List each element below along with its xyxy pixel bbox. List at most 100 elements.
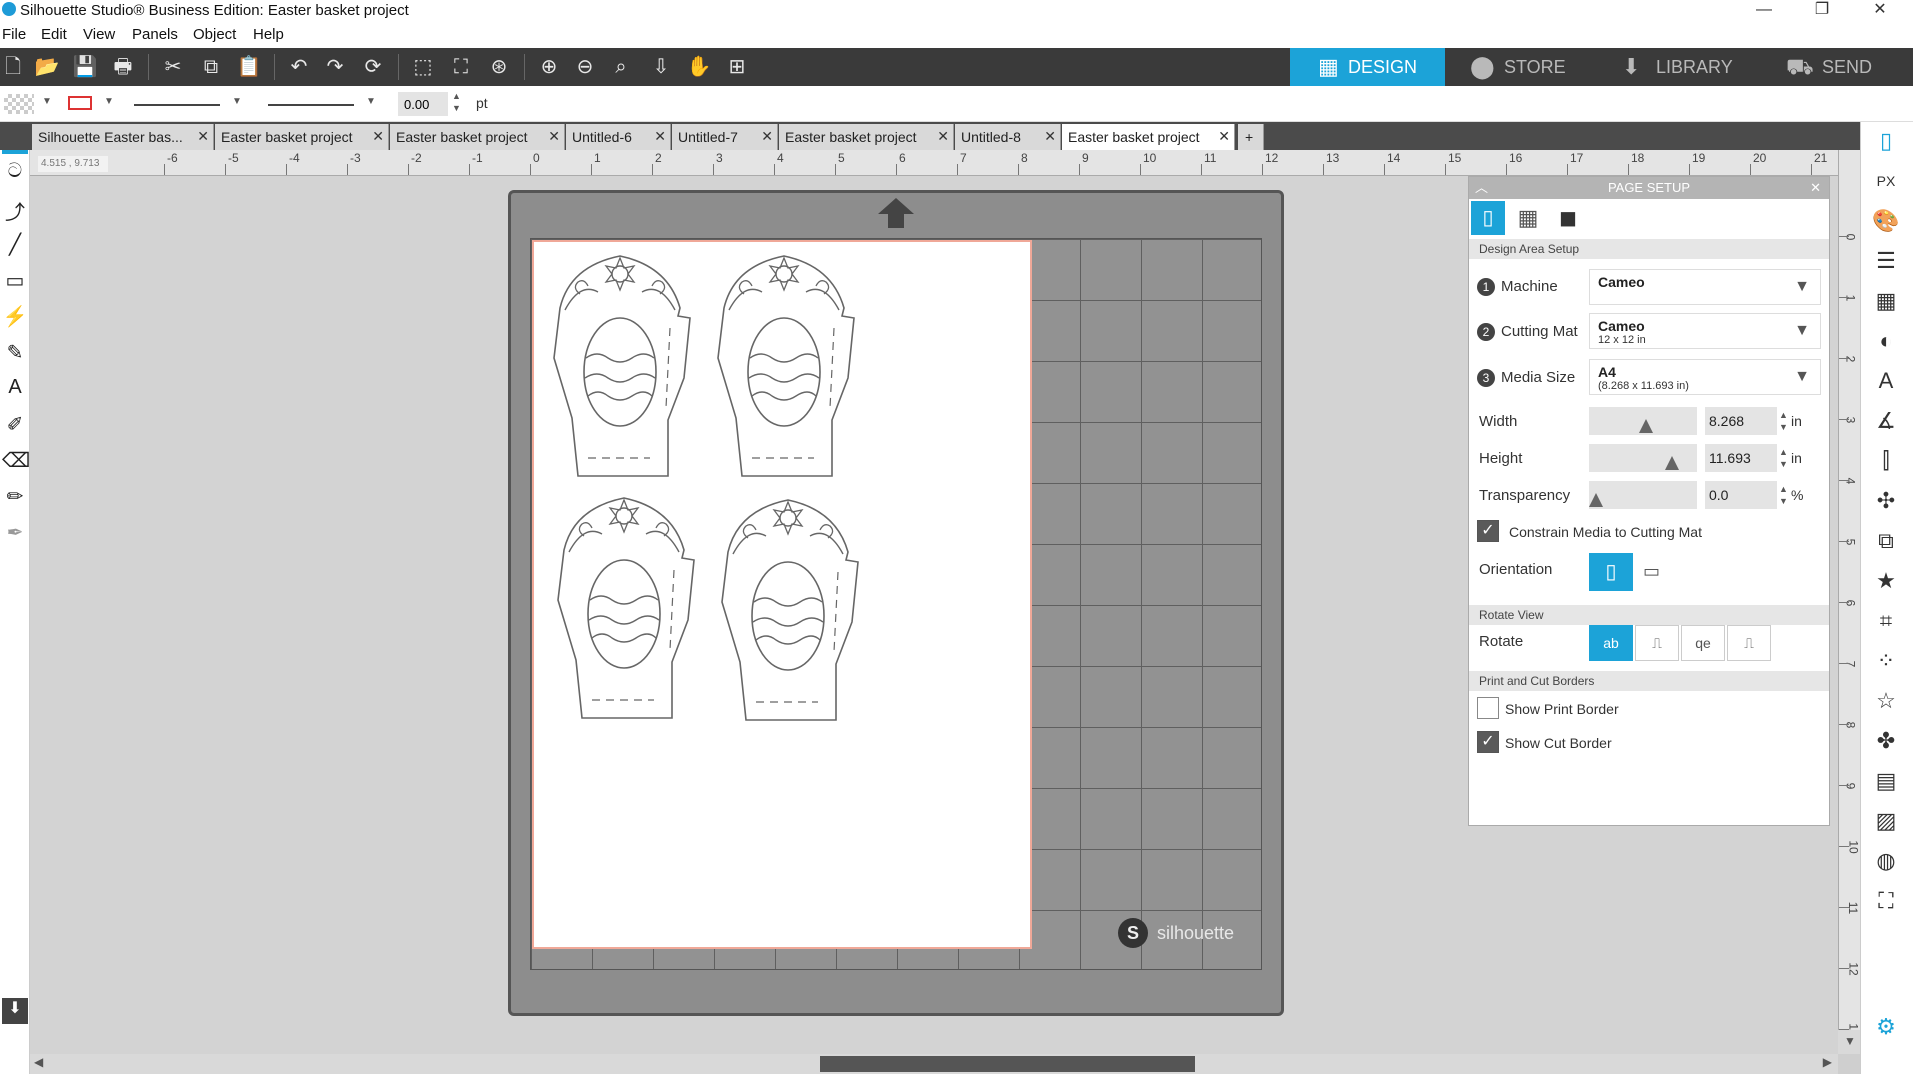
width-stepper[interactable]: ▲ ▼ [1779, 409, 1788, 433]
rotate-0-button[interactable]: ab [1589, 625, 1633, 661]
vertical-scrollbar[interactable]: ▼ [1838, 1030, 1860, 1054]
nest-icon[interactable]: ⛶ [1871, 886, 1901, 916]
horizontal-scrollbar[interactable]: ◀ ▶ [30, 1054, 1838, 1074]
copy-icon[interactable]: ⧉ [198, 55, 224, 79]
open-folder-icon[interactable]: 📂 [34, 55, 60, 79]
tab-send[interactable]: ⛟ SEND [1786, 48, 1913, 86]
line-width-stepper[interactable]: ▲ ▼ [452, 90, 461, 114]
close-tab-icon[interactable]: ✕ [197, 128, 209, 145]
menu-file[interactable]: File [2, 26, 26, 43]
transparency-input[interactable]: 0.0 [1705, 481, 1777, 509]
select-all-icon[interactable]: ⬚ [410, 55, 436, 79]
media-page[interactable] [532, 240, 1032, 949]
tab-design[interactable]: ▦ DESIGN [1290, 48, 1445, 86]
page-setup-tab-icon[interactable]: ▯ [1471, 201, 1505, 235]
landscape-orientation-button[interactable]: ▭ [1643, 561, 1660, 582]
palette-icon[interactable]: 🎨 [1871, 206, 1901, 236]
width-slider[interactable] [1589, 407, 1697, 435]
sketch-effects-icon[interactable]: ▨ [1871, 806, 1901, 836]
close-tab-icon[interactable]: ✕ [937, 128, 949, 145]
import-icon[interactable]: ⬇ [2, 998, 28, 1024]
fit-to-page-icon[interactable]: ⊞ [724, 55, 750, 79]
cut-icon[interactable]: ✂ [160, 55, 186, 79]
tab-document[interactable]: Untitled-7 ✕ [672, 124, 778, 150]
offset-icon[interactable]: ∡ [1871, 406, 1901, 436]
line-style-icon[interactable]: ☰ [1871, 246, 1901, 276]
select-by-color-icon[interactable]: ⊛ [486, 55, 512, 79]
transparency-stepper[interactable]: ▲ ▼ [1779, 483, 1788, 507]
tab-document[interactable]: Easter basket project ✕ [390, 124, 565, 150]
polyline-tool-icon[interactable]: ⚡ [2, 304, 28, 334]
rotate-180-button[interactable]: qe [1681, 625, 1725, 661]
height-slider[interactable] [1589, 444, 1697, 472]
show-cut-border-checkbox[interactable]: ✓ [1477, 731, 1499, 753]
settings-gear-icon[interactable]: ⚙ [1871, 1012, 1901, 1042]
menu-view[interactable]: View [83, 26, 115, 43]
chevron-down-icon[interactable]: ▼ [104, 96, 114, 107]
trace-icon[interactable]: ⌗ [1871, 606, 1901, 636]
close-tab-icon[interactable]: ✕ [761, 128, 773, 145]
registration-marks-tab-icon[interactable]: ▦ [1511, 201, 1545, 235]
puzzle-icon[interactable]: ✤ [1871, 726, 1901, 756]
close-tab-icon[interactable]: ✕ [654, 128, 666, 145]
fill-pattern-icon[interactable]: ▦ [1871, 286, 1901, 316]
close-tab-icon[interactable]: ✕ [548, 128, 560, 145]
rhinestone-icon[interactable]: ⁘ [1871, 646, 1901, 676]
tab-store[interactable]: ⬤ STORE [1470, 48, 1610, 86]
tab-document[interactable]: Silhouette Easter bas... ✕ [32, 124, 214, 150]
gradient-icon[interactable]: ◐ [1871, 326, 1901, 356]
constrain-media-checkbox[interactable]: ✓ [1477, 520, 1499, 542]
pixscan-icon[interactable]: PX [1871, 166, 1901, 196]
star-outline-icon[interactable]: ☆ [1871, 686, 1901, 716]
portrait-orientation-button[interactable]: ▯ [1589, 553, 1633, 591]
lasso-icon[interactable]: ට [2, 160, 28, 190]
close-tab-icon[interactable]: ✕ [372, 128, 384, 145]
rotate-270-button[interactable]: ⎍ [1727, 625, 1771, 661]
close-window-button[interactable]: ✕ [1852, 0, 1908, 22]
height-stepper[interactable]: ▲ ▼ [1779, 446, 1788, 470]
machine-dropdown[interactable]: Cameo ▼ [1589, 269, 1821, 305]
layers-icon[interactable]: ▤ [1871, 766, 1901, 796]
zoom-select-icon[interactable]: ⌕ [608, 55, 634, 79]
pencil-tool-icon[interactable]: ✎ [2, 340, 28, 370]
align-icon[interactable]: ⫿ [1871, 446, 1901, 476]
menu-help[interactable]: Help [253, 26, 284, 43]
cutting-mat-dropdown[interactable]: Cameo 12 x 12 in ▼ [1589, 313, 1821, 349]
fill-pattern-icon[interactable] [4, 94, 34, 114]
slider-handle[interactable] [1665, 456, 1679, 470]
paste-icon[interactable]: 📋 [236, 55, 262, 79]
tab-document[interactable]: Untitled-6 ✕ [566, 124, 671, 150]
tab-document[interactable]: Easter basket project ✕ [215, 124, 389, 150]
scroll-down-icon[interactable]: ▼ [1844, 1034, 1856, 1048]
slider-handle[interactable] [1589, 493, 1603, 507]
transparency-slider[interactable] [1589, 481, 1697, 509]
menu-object[interactable]: Object [193, 26, 236, 43]
slider-handle[interactable] [1639, 419, 1653, 433]
rotate-90-button[interactable]: ⎍ [1635, 625, 1679, 661]
new-file-icon[interactable]: 🗋 [0, 55, 26, 79]
text-tool-icon[interactable]: A [2, 376, 28, 406]
save-icon[interactable]: 💾 [72, 55, 98, 79]
horizontal-scroll-thumb[interactable] [820, 1056, 1195, 1072]
drag-zoom-icon[interactable]: ⇩ [648, 55, 674, 79]
deselect-icon[interactable]: ⛶ [448, 55, 474, 79]
maximize-button[interactable]: ❐ [1794, 0, 1850, 22]
menu-edit[interactable]: Edit [41, 26, 67, 43]
tab-document[interactable]: Untitled-8 ✕ [955, 124, 1061, 150]
width-input[interactable]: 8.268 [1705, 407, 1777, 435]
chevron-down-icon[interactable]: ▼ [366, 96, 376, 107]
line-tool-icon[interactable]: ╱ [2, 232, 28, 262]
tab-document[interactable]: Easter basket project ✕ [779, 124, 954, 150]
fill-background-tab-icon[interactable]: ◼ [1551, 201, 1585, 235]
line-join-preview[interactable] [268, 104, 354, 106]
rectangle-tool-icon[interactable]: ▭ [2, 268, 28, 298]
scroll-left-icon[interactable]: ◀ [34, 1055, 43, 1069]
minimize-button[interactable]: — [1736, 0, 1792, 22]
modify-icon[interactable]: ⧉ [1871, 526, 1901, 556]
redo-icon[interactable]: ↷ [322, 55, 348, 79]
tab-library[interactable]: ⬇ LIBRARY [1622, 48, 1772, 86]
eyedropper-icon[interactable]: ✒ [2, 520, 28, 550]
height-input[interactable]: 11.693 [1705, 444, 1777, 472]
undo-icon[interactable]: ↶ [286, 55, 312, 79]
text-style-icon[interactable]: A [1871, 366, 1901, 396]
